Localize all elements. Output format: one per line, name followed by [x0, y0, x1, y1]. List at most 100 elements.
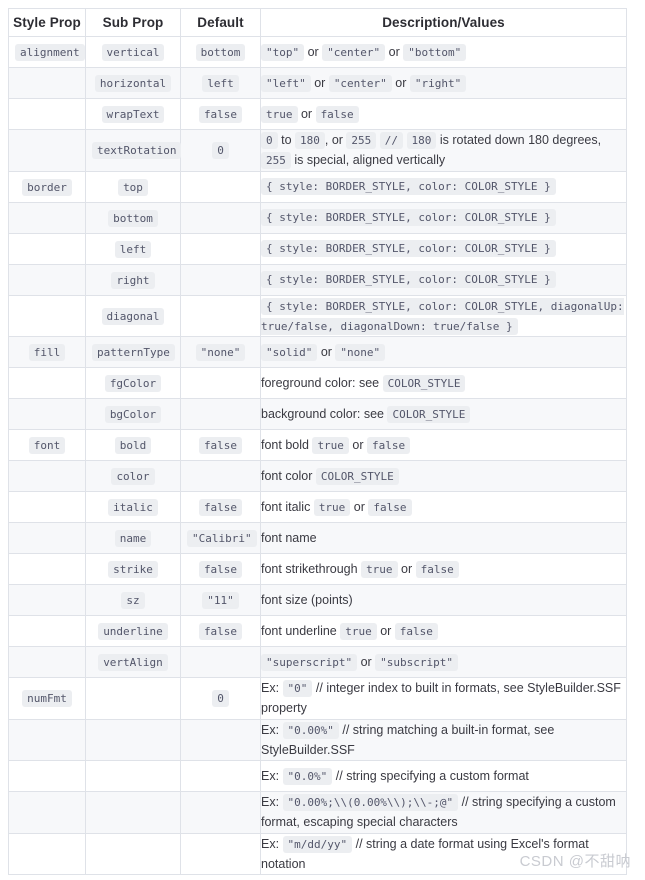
cell-sub-prop: bold [85, 429, 181, 461]
cell-sub-prop-code: patternType [92, 344, 175, 361]
table-row: horizontal left "left" or "center" or "rig… [8, 67, 627, 99]
cell-sub-prop: right [85, 263, 181, 296]
description-code: "0" [282, 680, 313, 697]
cell-default: false [180, 615, 261, 647]
cell-description: font size (points) [260, 584, 627, 616]
description-code: true [313, 498, 351, 516]
cell-style-prop [8, 460, 86, 492]
table-row: underline false font underline true or fal… [8, 615, 627, 647]
description-text: Ex: [261, 681, 283, 695]
table-row: strike false font strikethrough true or fa… [8, 553, 627, 585]
table-row: numFmt 0 Ex: "0" // integer index to buil… [8, 677, 627, 720]
cell-description: Ex: "0.00%" // string matching a built-i… [260, 718, 627, 761]
cell-description: background color: see COLOR_STYLE [260, 398, 627, 430]
cell-style-prop [8, 491, 86, 523]
cell-style-prop [8, 615, 86, 647]
table-row: right { style: BORDER_STYLE, color: COLO… [8, 263, 627, 296]
table-row: Ex: "0.00%;\\(0.00%\\);\\-;@" // string … [8, 791, 627, 834]
cell-sub-prop-code: underline [98, 623, 168, 640]
cell-sub-prop: color [85, 460, 181, 492]
cell-default [180, 294, 261, 337]
cell-style-prop [8, 832, 86, 875]
cell-style-prop-code: fill [28, 344, 66, 361]
cell-sub-prop: horizontal [85, 67, 181, 99]
description-text [403, 133, 406, 147]
description-text: or [385, 44, 404, 59]
cell-description: font color COLOR_STYLE [260, 460, 627, 492]
cell-default-code: left [202, 75, 239, 92]
cell-description: true or false [260, 98, 627, 130]
description-code: COLOR_STYLE [315, 467, 399, 485]
description-code: "left" [261, 74, 311, 92]
description-code: 255 [261, 152, 291, 170]
description-code: true [340, 622, 377, 640]
table-body: alignment vertical bottom "top" or "center"… [8, 36, 627, 875]
cell-default [180, 760, 261, 792]
cell-default-code: false [198, 623, 243, 640]
table-row: wrapText false true or false [8, 98, 627, 130]
cell-default-code: bottom [195, 44, 246, 61]
cell-description: { style: BORDER_STYLE, color: COLOR_STYL… [260, 232, 627, 265]
cell-description: Ex: "0" // integer index to built in for… [260, 677, 627, 720]
cell-description: { style: BORDER_STYLE, color: COLOR_STYL… [260, 294, 627, 337]
cell-style-prop: border [8, 170, 86, 203]
cell-style-prop [8, 201, 86, 234]
description-code: { style: BORDER_STYLE, color: COLOR_STYL… [261, 297, 624, 335]
cell-sub-prop [85, 791, 181, 834]
cell-sub-prop: bgColor [85, 398, 181, 430]
description-text: font name [261, 530, 317, 545]
description-code: "top" [261, 43, 305, 61]
cell-default-code: false [198, 499, 243, 516]
cell-default [180, 367, 261, 399]
cell-sub-prop: italic [85, 491, 181, 523]
description-text: Ex: [261, 836, 283, 851]
cell-style-prop [8, 294, 86, 337]
table-row: fgColor foreground color: see COLOR_STYL… [8, 367, 627, 399]
cell-sub-prop: wrapText [85, 98, 181, 130]
cell-default-code: "Calibri" [187, 530, 257, 547]
cell-style-prop [8, 98, 86, 130]
description-code: { style: BORDER_STYLE, color: COLOR_STYL… [261, 240, 556, 258]
description-code: "right" [409, 74, 467, 92]
cell-style-prop [8, 263, 86, 296]
cell-sub-prop-code: bgColor [104, 406, 162, 423]
description-text: is rotated down 180 degrees, [436, 133, 602, 147]
description-code: false [394, 622, 438, 640]
column-header-sub-prop: Sub Prop [85, 8, 181, 37]
cell-sub-prop-code: vertical [101, 44, 165, 61]
cell-description: font name [260, 522, 627, 554]
description-code: true [312, 436, 349, 454]
description-code: false [415, 560, 459, 578]
cell-sub-prop: textRotation [85, 129, 182, 172]
description-code: false [315, 105, 359, 123]
cell-default: "11" [180, 584, 261, 616]
description-code: "0.00%" [282, 721, 339, 739]
table-row: bgColor background color: see COLOR_STYL… [8, 398, 627, 430]
cell-style-prop [8, 129, 86, 172]
table-row: name "Calibri" font name [8, 522, 627, 554]
description-code: 180 [406, 132, 437, 149]
description-text: font bold [261, 437, 313, 452]
cell-style-prop [8, 398, 86, 430]
description-code: false [367, 436, 411, 454]
description-text: or [297, 106, 316, 121]
description-code: "none" [335, 343, 386, 361]
cell-sub-prop: patternType [85, 336, 181, 368]
description-code: true [361, 560, 398, 578]
cell-default: 0 [180, 129, 261, 172]
cell-default: 0 [180, 677, 261, 720]
cell-sub-prop-code: name [114, 530, 152, 547]
description-text: or [317, 344, 336, 359]
description-text: or [350, 499, 369, 514]
cell-default [180, 718, 261, 761]
cell-description: foreground color: see COLOR_STYLE [260, 367, 627, 399]
cell-sub-prop-code: bold [114, 437, 152, 454]
cell-default [180, 232, 261, 265]
cell-sub-prop-code: italic [108, 499, 158, 516]
cell-default [180, 460, 261, 492]
description-text: is special, aligned vertically [290, 153, 446, 168]
cell-style-prop [8, 718, 86, 761]
cell-sub-prop-code: textRotation [92, 142, 182, 160]
cell-sub-prop: sz [85, 584, 181, 616]
cell-sub-prop-code: horizontal [94, 75, 172, 92]
